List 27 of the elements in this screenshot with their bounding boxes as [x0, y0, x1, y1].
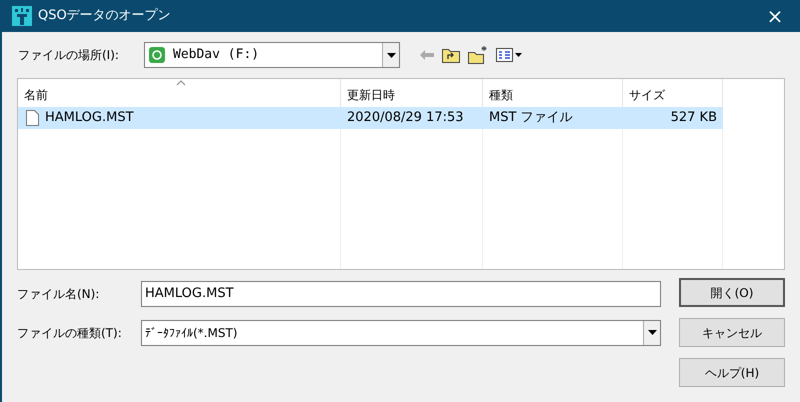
- dialog-button[interactable]: 開く(O): [679, 278, 785, 307]
- view-menu-icon[interactable]: [496, 48, 522, 62]
- file-type: MST ファイル: [488, 109, 574, 128]
- dialog-button[interactable]: ヘルプ(H): [679, 358, 785, 387]
- dialog-button[interactable]: キャンセル: [679, 318, 785, 347]
- file-modified: 2020/08/29 17:53: [346, 109, 465, 128]
- file-row[interactable]: HAMLOG.MST 2020/08/29 17:53 MST ファイル 527 KB: [18, 107, 723, 129]
- app-icon: [12, 6, 32, 26]
- file-type-label: ファイルの種類(T):: [17, 324, 123, 342]
- location-label: ファイルの場所(I):: [18, 47, 120, 64]
- new-folder-icon[interactable]: [468, 46, 488, 64]
- dropdown-arrow-icon: [648, 330, 656, 335]
- file-icon: [26, 110, 39, 126]
- file-name: HAMLOG.MST: [45, 109, 134, 128]
- dropdown-arrow-icon: [386, 52, 396, 58]
- folder-up-icon[interactable]: [442, 47, 460, 63]
- location-dropdown[interactable]: WebDav (F:): [144, 42, 400, 68]
- file-name-field[interactable]: HAMLOG.MST: [141, 280, 661, 306]
- window-title: QSOデータのオープン: [38, 7, 172, 26]
- network-drive-icon: [149, 47, 165, 63]
- file-size: 527 KB: [670, 109, 718, 128]
- location-value: WebDav (F:): [173, 46, 260, 64]
- dropdown-button[interactable]: [382, 43, 399, 67]
- close-button[interactable]: ×: [760, 1, 790, 31]
- file-name-label: ファイル名(N):: [17, 286, 100, 302]
- file-type-dropdown[interactable]: ﾃﾞｰﾀﾌｧｲﾙ(*.MST): [141, 320, 661, 346]
- dropdown-button[interactable]: [643, 320, 660, 344]
